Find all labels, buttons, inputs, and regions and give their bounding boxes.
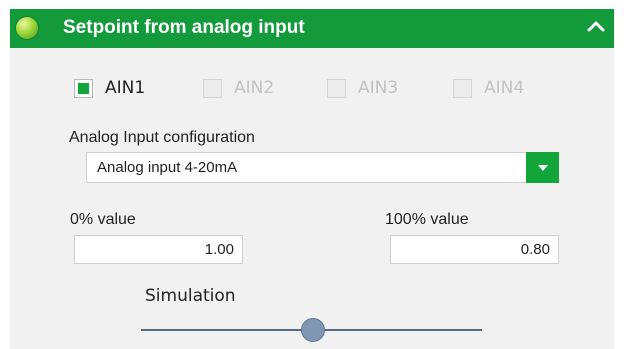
checkbox-label: AIN1 (105, 78, 146, 98)
checkbox-label: AIN2 (234, 78, 275, 98)
chevron-down-icon[interactable] (526, 152, 559, 183)
simulation-label: Simulation (145, 286, 236, 306)
hundred-percent-label: 100% value (385, 211, 469, 228)
hundred-percent-input[interactable]: 0.80 (390, 235, 559, 264)
chevron-up-icon[interactable] (586, 17, 606, 37)
checkbox-ain1[interactable]: AIN1 (74, 76, 145, 100)
zero-percent-input[interactable]: 1.00 (74, 235, 243, 264)
checkbox-ain2[interactable]: AIN2 (203, 76, 274, 100)
config-label: Analog Input configuration (69, 129, 255, 146)
checkbox-box[interactable] (203, 78, 222, 98)
checkbox-box[interactable] (327, 78, 346, 98)
checkbox-label: AIN4 (484, 78, 525, 98)
config-select-value: Analog input 4-20mA (97, 159, 238, 176)
checkbox-box[interactable] (453, 78, 472, 98)
checkbox-ain4[interactable]: AIN4 (453, 76, 524, 100)
status-indicator-icon (16, 17, 38, 39)
simulation-slider-thumb[interactable] (301, 318, 325, 342)
config-select[interactable]: Analog input 4-20mA (86, 152, 559, 183)
checkbox-label: AIN3 (358, 78, 399, 98)
checkbox-box[interactable] (74, 78, 93, 98)
checkbox-ain3[interactable]: AIN3 (327, 76, 398, 100)
panel-title: Setpoint from analog input (63, 17, 305, 38)
panel-header[interactable]: Setpoint from analog input (10, 9, 614, 48)
zero-percent-label: 0% value (70, 211, 136, 228)
analog-input-selector: AIN1 AIN2 AIN3 AIN4 (0, 76, 604, 100)
